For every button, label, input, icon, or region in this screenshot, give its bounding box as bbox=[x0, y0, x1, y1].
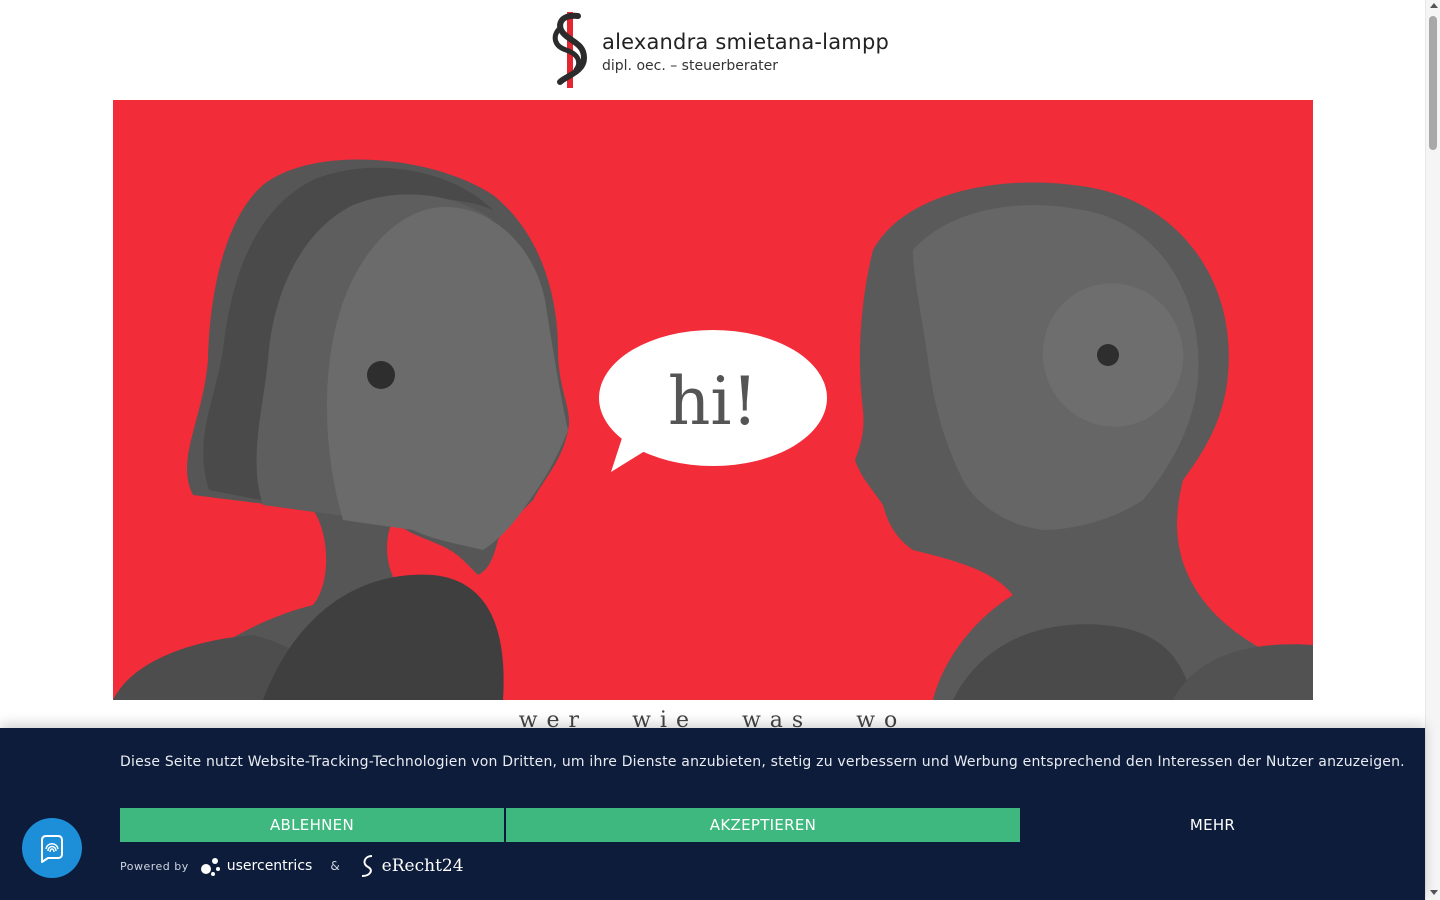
hero-illustration: hi! bbox=[113, 159, 1313, 700]
cookie-message: Diese Seite nutzt Website-Tracking-Techn… bbox=[120, 754, 1405, 770]
scroll-up-arrow-icon[interactable] bbox=[1430, 3, 1438, 8]
logo-icon bbox=[552, 12, 588, 88]
usercentrics-logo-icon bbox=[200, 858, 220, 876]
powered-by-label: Powered by bbox=[120, 859, 189, 873]
erecht24-link[interactable]: eRecht24 bbox=[358, 854, 464, 878]
fingerprint-icon bbox=[41, 835, 63, 863]
scrollbar[interactable] bbox=[1425, 0, 1440, 900]
powered-by: Powered by usercentrics & eRecht24 bbox=[120, 852, 464, 880]
erecht24-label: eRecht24 bbox=[381, 856, 464, 876]
site-header: alexandra smietana-lampp dipl. oec. – st… bbox=[0, 0, 1425, 100]
scroll-down-arrow-icon[interactable] bbox=[1430, 890, 1438, 895]
site-name: alexandra smietana-lampp bbox=[602, 30, 889, 54]
privacy-settings-button[interactable] bbox=[22, 818, 82, 878]
usercentrics-link[interactable]: usercentrics bbox=[199, 855, 313, 877]
left-head-sculpture bbox=[113, 159, 570, 700]
ampersand: & bbox=[330, 859, 340, 873]
cookie-banner: Diese Seite nutzt Website-Tracking-Techn… bbox=[0, 728, 1425, 900]
scrollbar-thumb[interactable] bbox=[1429, 16, 1437, 150]
hero-image: hi! bbox=[113, 100, 1313, 700]
bubble-text: hi! bbox=[668, 363, 758, 440]
right-head-sculpture bbox=[855, 182, 1313, 700]
site-subtitle: dipl. oec. – steuerberater bbox=[602, 58, 779, 74]
more-button[interactable]: MEHR bbox=[1020, 808, 1405, 842]
page: alexandra smietana-lampp dipl. oec. – st… bbox=[0, 0, 1440, 900]
accept-button[interactable]: AKZEPTIEREN bbox=[506, 808, 1020, 842]
deny-button[interactable]: ABLEHNEN bbox=[120, 808, 504, 842]
usercentrics-label: usercentrics bbox=[226, 858, 313, 874]
speech-bubble: hi! bbox=[599, 330, 827, 472]
erecht24-logo-icon bbox=[361, 855, 372, 877]
